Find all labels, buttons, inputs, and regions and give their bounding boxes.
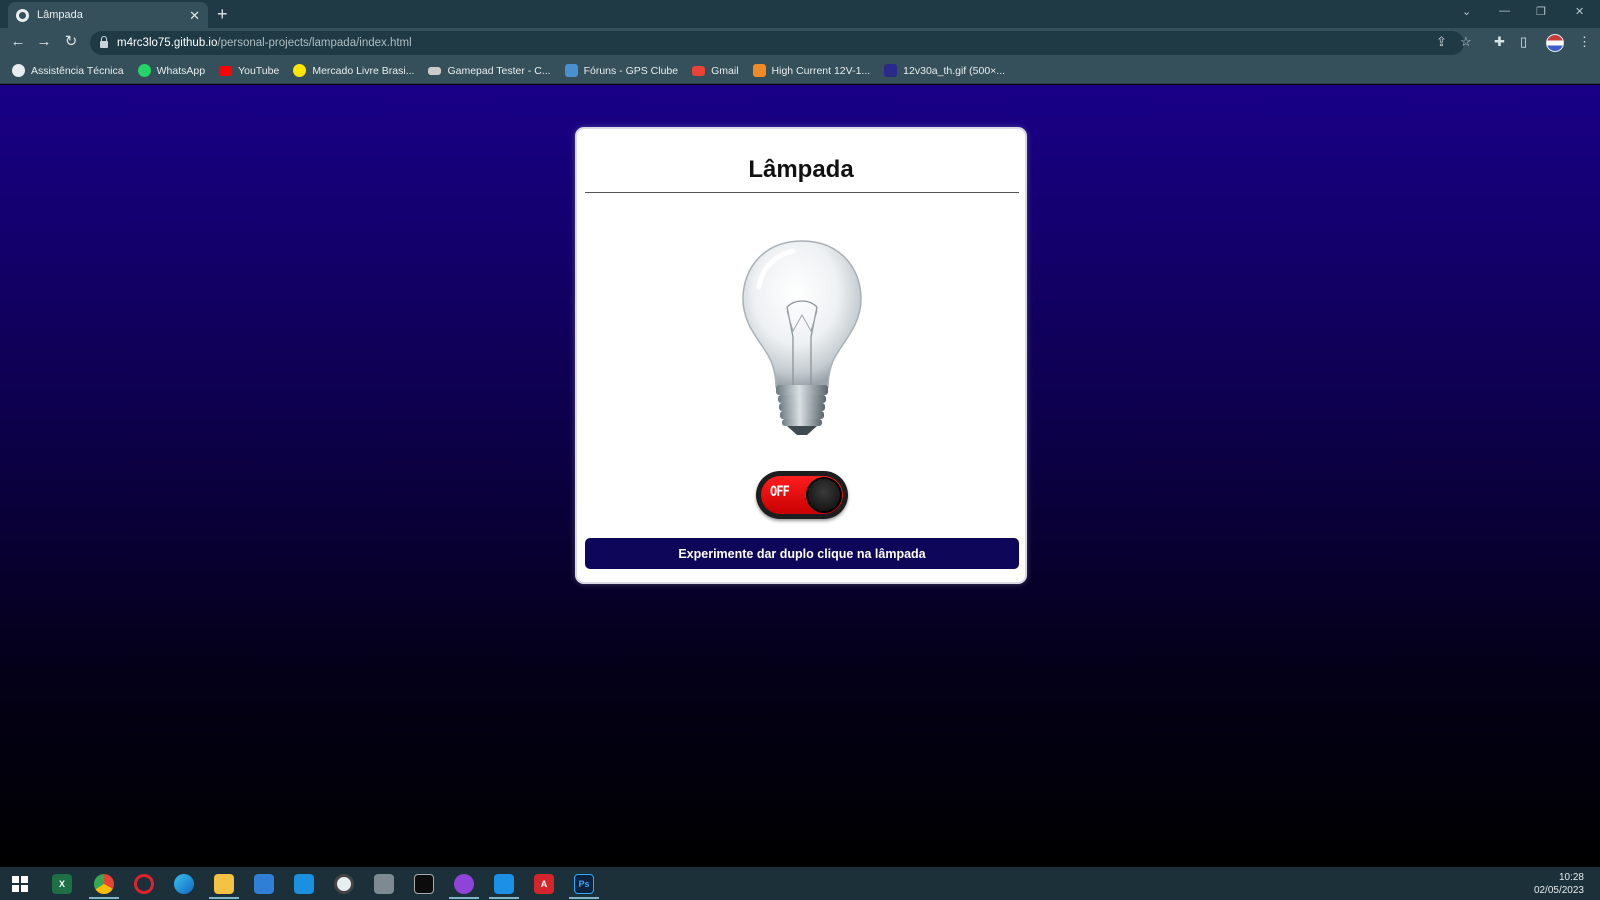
edge-icon[interactable] (174, 874, 194, 894)
tab-search-icon[interactable]: ⌄ (1462, 5, 1471, 18)
chrome-active-indicator (89, 897, 119, 899)
system-clock[interactable]: 10:28 02/05/2023 (1534, 871, 1584, 897)
menu-kebab-icon[interactable]: ⋮ (1578, 34, 1591, 50)
camera-icon[interactable] (374, 874, 394, 894)
mail-icon[interactable] (294, 874, 314, 894)
bookmark-item[interactable]: Assistência Técnica (12, 64, 124, 77)
bookmarks-bar: Assistência Técnica WhatsApp YouTube Mer… (0, 58, 1600, 84)
vscode-active-indicator (489, 897, 519, 899)
photoshop-active-indicator (569, 897, 599, 899)
url-host: m4rc3lo75.github.io (117, 37, 218, 49)
lamp-card: Lâmpada OFF Experimente dar duplo clique… (575, 127, 1027, 584)
clock-date: 02/05/2023 (1533, 885, 1584, 896)
side-panel-icon[interactable]: ▯ (1520, 34, 1527, 50)
bookmark-item[interactable]: High Current 12V-1... (752, 64, 870, 77)
bookmark-item[interactable]: 12v30a_th.gif (500×... (884, 64, 1005, 77)
address-bar[interactable]: m4rc3lo75.github.io /personal-projects/l… (90, 31, 1472, 55)
explorer-active-indicator (209, 897, 239, 899)
active-tab[interactable]: Lâmpada ✕ (8, 2, 208, 28)
chrome-icon[interactable] (94, 874, 114, 894)
page-title: Lâmpada (748, 156, 854, 183)
bookmark-item[interactable]: Fóruns - GPS Clube (564, 64, 678, 77)
acrobat-icon[interactable]: A (534, 874, 554, 894)
tab-close-icon[interactable]: ✕ (189, 9, 200, 22)
mercado-livre-icon (293, 64, 307, 77)
minimize-icon[interactable]: — (1499, 5, 1510, 17)
switch-state-label: OFF (770, 484, 790, 500)
gamepad-icon (428, 66, 442, 75)
obs-icon[interactable] (334, 874, 354, 894)
back-icon[interactable]: ← (8, 33, 28, 51)
hint-banner: Experimente dar duplo clique na lâmpada (585, 538, 1019, 569)
bookmark-item[interactable]: WhatsApp (137, 64, 205, 77)
opera-icon[interactable] (134, 874, 154, 894)
bookmark-item[interactable]: Mercado Livre Brasi... (293, 64, 414, 77)
lock-icon[interactable] (100, 36, 108, 48)
reload-icon[interactable]: ↻ (61, 33, 81, 51)
whatsapp-icon (137, 64, 151, 77)
terminal-icon[interactable] (414, 874, 434, 894)
tab-favicon-icon (16, 8, 29, 22)
youtube-icon (219, 65, 233, 76)
tab-title: Lâmpada (37, 9, 83, 21)
bookmark-item[interactable]: Gamepad Tester - C... (428, 65, 551, 77)
vscode-icon[interactable] (494, 874, 514, 894)
github-active-indicator (449, 897, 479, 899)
windows-start-icon[interactable] (10, 874, 30, 894)
page-viewport: Lâmpada OFF Experimente dar duplo clique… (0, 85, 1600, 867)
switch-knob[interactable] (806, 477, 842, 513)
github-icon[interactable] (454, 874, 474, 894)
gps-clube-icon (564, 64, 578, 77)
power-toggle-switch[interactable]: OFF (756, 471, 848, 519)
profile-avatar[interactable] (1546, 34, 1564, 52)
new-tab-button[interactable]: + (217, 4, 228, 24)
photoshop-icon[interactable]: Ps (574, 874, 594, 894)
bookmark-star-icon[interactable]: ☆ (1460, 34, 1472, 50)
tab-strip: Lâmpada ✕ + ⌄ — ❐ ✕ (0, 0, 1600, 28)
globe-icon (12, 64, 25, 77)
title-divider (585, 192, 1019, 193)
extensions-icon[interactable]: ✚ (1494, 34, 1505, 50)
bookmark-item[interactable]: Gmail (692, 65, 739, 77)
store-icon[interactable] (254, 874, 274, 894)
url-path: /personal-projects/lampada/index.html (217, 37, 412, 49)
excel-icon[interactable]: X (52, 874, 72, 894)
gmail-icon (692, 65, 706, 76)
share-icon[interactable]: ⇪ (1436, 34, 1447, 50)
forward-icon[interactable]: → (34, 33, 54, 51)
clock-time: 10:28 (1558, 872, 1584, 883)
restore-icon[interactable]: ❐ (1536, 5, 1546, 18)
light-bulb-icon[interactable] (735, 237, 869, 437)
windows-taskbar: X A Ps 10:28 02/05/2023 (0, 867, 1600, 900)
file-explorer-icon[interactable] (214, 874, 234, 894)
bookmark-orange-icon (752, 64, 766, 77)
image-file-icon (884, 64, 898, 77)
bookmark-item[interactable]: YouTube (219, 65, 279, 77)
browser-toolbar: ← → ↻ m4rc3lo75.github.io /personal-proj… (0, 28, 1600, 58)
window-close-icon[interactable]: ✕ (1575, 5, 1584, 18)
